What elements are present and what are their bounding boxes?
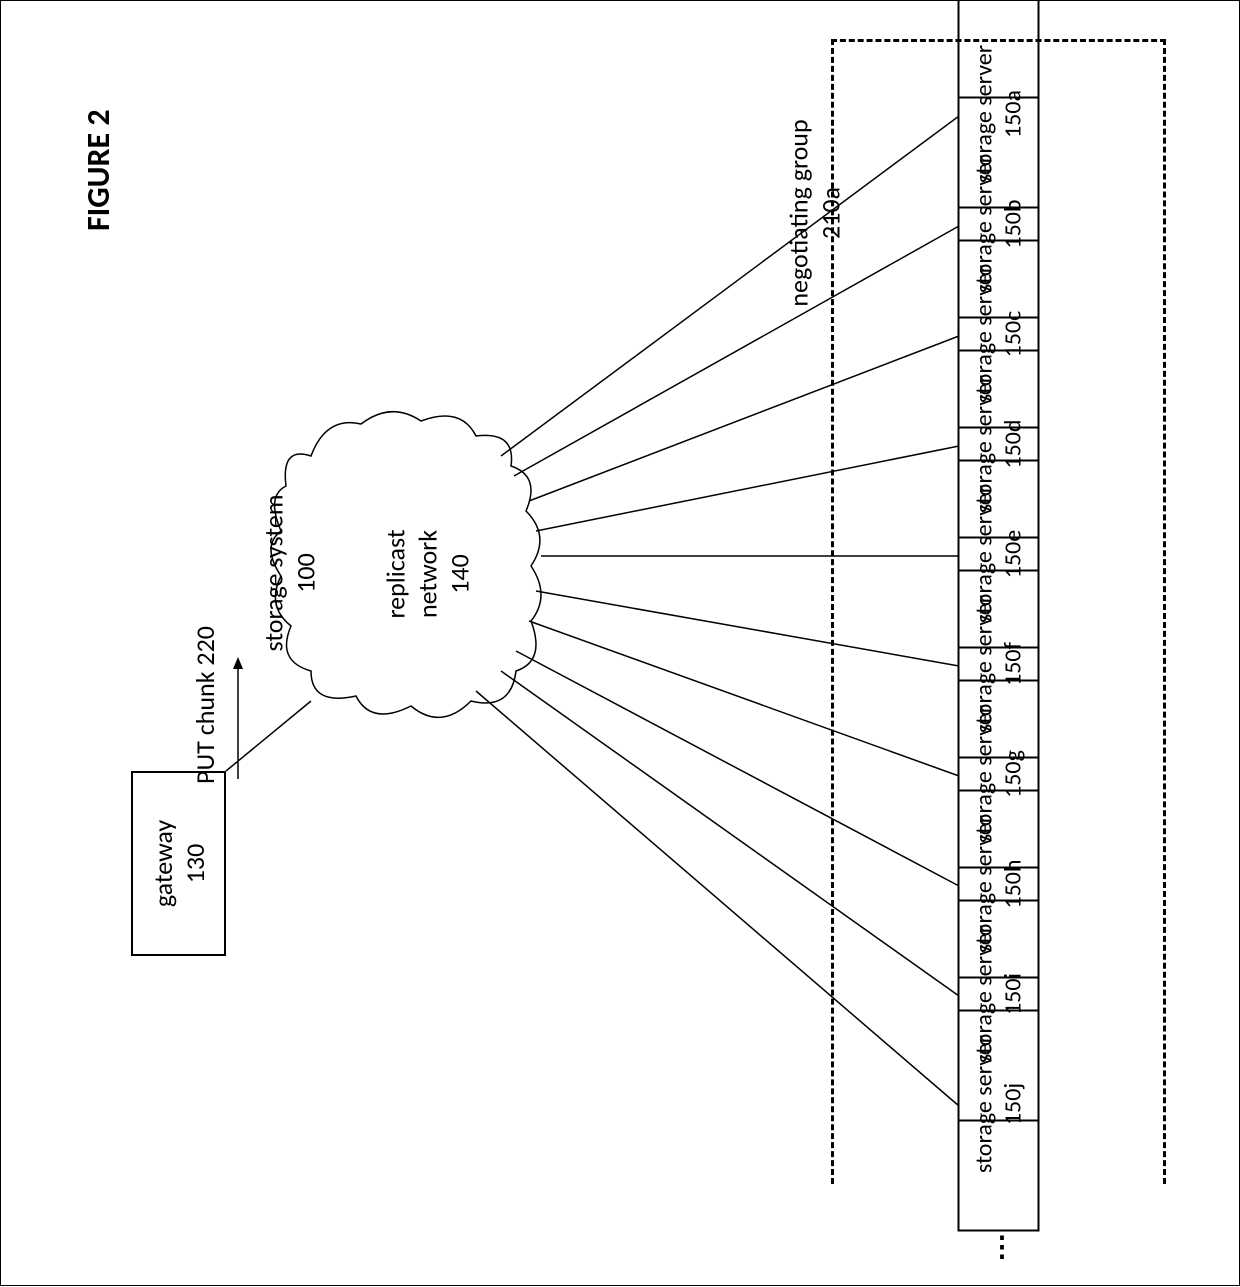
server-150j: storage server 150j bbox=[958, 977, 1040, 1232]
gateway-text: gateway 130 bbox=[147, 820, 211, 907]
server-text: storage server 150j bbox=[970, 1035, 1028, 1173]
cloud-text: replicast network 140 bbox=[380, 529, 476, 618]
cloud-container: replicast network 140 bbox=[261, 396, 551, 731]
gateway-box: gateway 130 bbox=[131, 771, 226, 956]
ellipsis-icon: ⋮ bbox=[988, 1229, 1020, 1264]
put-chunk-label: PUT chunk 220 bbox=[189, 626, 221, 784]
cloud-label: replicast network 140 bbox=[380, 529, 476, 618]
figure-title: FIGURE 2 bbox=[79, 109, 118, 231]
